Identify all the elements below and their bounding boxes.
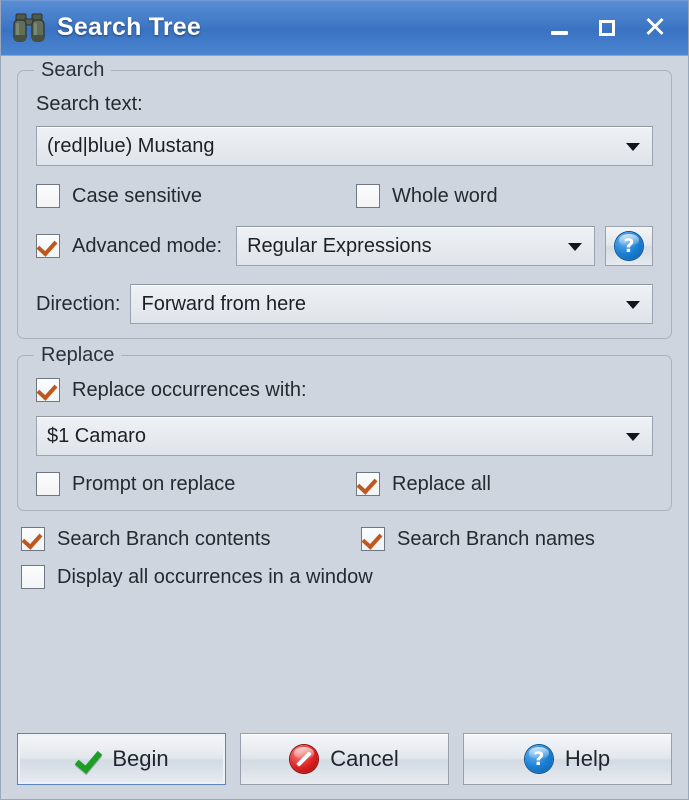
replace-occurrences-label: Replace occurrences with: bbox=[72, 378, 307, 401]
options-section: Search Branch contents Search Branch nam… bbox=[17, 527, 672, 603]
prompt-on-replace-label: Prompt on replace bbox=[72, 472, 236, 495]
begin-button-label: Begin bbox=[112, 746, 169, 771]
replace-all-box bbox=[356, 472, 380, 496]
replace-all-label: Replace all bbox=[392, 472, 491, 495]
close-button[interactable]: ✕ bbox=[642, 10, 668, 44]
dialog-body: Search Search text: (red|blue) Mustang C… bbox=[1, 56, 688, 799]
direction-combo[interactable]: Forward from here bbox=[130, 284, 653, 324]
replace-group: Replace Replace occurrences with: $1 Cam… bbox=[17, 344, 672, 511]
replace-all-checkbox[interactable]: Replace all bbox=[356, 472, 491, 496]
maximize-icon bbox=[599, 19, 615, 36]
display-all-occurrences-box bbox=[21, 565, 45, 589]
maximize-button[interactable] bbox=[594, 15, 620, 41]
begin-button[interactable]: Begin bbox=[17, 733, 226, 785]
display-all-occurrences-label: Display all occurrences in a window bbox=[57, 565, 373, 588]
advanced-mode-box bbox=[36, 234, 60, 258]
binoculars-icon bbox=[11, 11, 47, 45]
chevron-down-icon bbox=[568, 243, 582, 251]
window-controls: ✕ bbox=[546, 10, 668, 44]
whole-word-checkbox[interactable]: Whole word bbox=[356, 184, 498, 208]
title-bar: Search Tree ✕ bbox=[1, 0, 688, 56]
direction-label: Direction: bbox=[36, 292, 121, 315]
question-mark-icon: ? bbox=[615, 232, 643, 260]
search-branch-contents-label: Search Branch contents bbox=[57, 527, 271, 550]
prompt-on-replace-checkbox[interactable]: Prompt on replace bbox=[36, 472, 356, 496]
replace-group-title: Replace bbox=[34, 344, 122, 367]
chevron-down-icon bbox=[626, 143, 640, 151]
search-branch-names-label: Search Branch names bbox=[397, 527, 595, 550]
whole-word-box bbox=[356, 184, 380, 208]
minimize-icon bbox=[550, 31, 568, 35]
cancel-button[interactable]: Cancel bbox=[240, 733, 449, 785]
search-text-label: Search text: bbox=[36, 93, 143, 115]
chevron-down-icon bbox=[626, 433, 640, 441]
advanced-mode-label: Advanced mode: bbox=[72, 234, 223, 257]
advanced-mode-help-button[interactable]: ? bbox=[605, 226, 653, 266]
dialog-footer: Begin Cancel ? Help bbox=[17, 725, 672, 799]
prompt-on-replace-box bbox=[36, 472, 60, 496]
search-text-combo[interactable]: (red|blue) Mustang bbox=[36, 126, 653, 166]
advanced-mode-checkbox[interactable]: Advanced mode: bbox=[36, 234, 222, 258]
search-branch-contents-checkbox[interactable]: Search Branch contents bbox=[21, 527, 361, 551]
advanced-mode-value: Regular Expressions bbox=[247, 234, 432, 257]
case-sensitive-box bbox=[36, 184, 60, 208]
search-branch-names-box bbox=[361, 527, 385, 551]
cancel-slash-icon bbox=[290, 745, 319, 773]
replace-value-combo[interactable]: $1 Camaro bbox=[36, 416, 653, 456]
replace-occurrences-checkbox[interactable]: Replace occurrences with: bbox=[36, 378, 653, 402]
close-icon: ✕ bbox=[642, 10, 668, 44]
search-group: Search Search text: (red|blue) Mustang C… bbox=[17, 59, 672, 339]
window-title: Search Tree bbox=[57, 13, 201, 41]
help-button-label: Help bbox=[564, 746, 611, 771]
whole-word-label: Whole word bbox=[392, 184, 498, 207]
green-check-icon bbox=[74, 746, 100, 772]
case-sensitive-label: Case sensitive bbox=[72, 184, 203, 207]
direction-value: Forward from here bbox=[141, 292, 306, 315]
search-branch-names-checkbox[interactable]: Search Branch names bbox=[361, 527, 595, 551]
question-mark-icon: ? bbox=[524, 745, 553, 773]
search-branch-contents-box bbox=[21, 527, 45, 551]
display-all-occurrences-checkbox[interactable]: Display all occurrences in a window bbox=[21, 565, 373, 589]
chevron-down-icon bbox=[626, 301, 640, 309]
advanced-mode-combo[interactable]: Regular Expressions bbox=[236, 226, 595, 266]
cancel-button-label: Cancel bbox=[330, 746, 399, 771]
replace-value: $1 Camaro bbox=[47, 424, 146, 447]
help-button[interactable]: ? Help bbox=[463, 733, 672, 785]
replace-occurrences-box bbox=[36, 378, 60, 402]
minimize-button[interactable] bbox=[546, 15, 572, 41]
search-tree-dialog: Search Tree ✕ Search Search text: (red|b… bbox=[0, 0, 689, 800]
search-text-value: (red|blue) Mustang bbox=[47, 134, 215, 157]
case-sensitive-checkbox[interactable]: Case sensitive bbox=[36, 184, 356, 208]
search-group-title: Search bbox=[34, 59, 112, 82]
